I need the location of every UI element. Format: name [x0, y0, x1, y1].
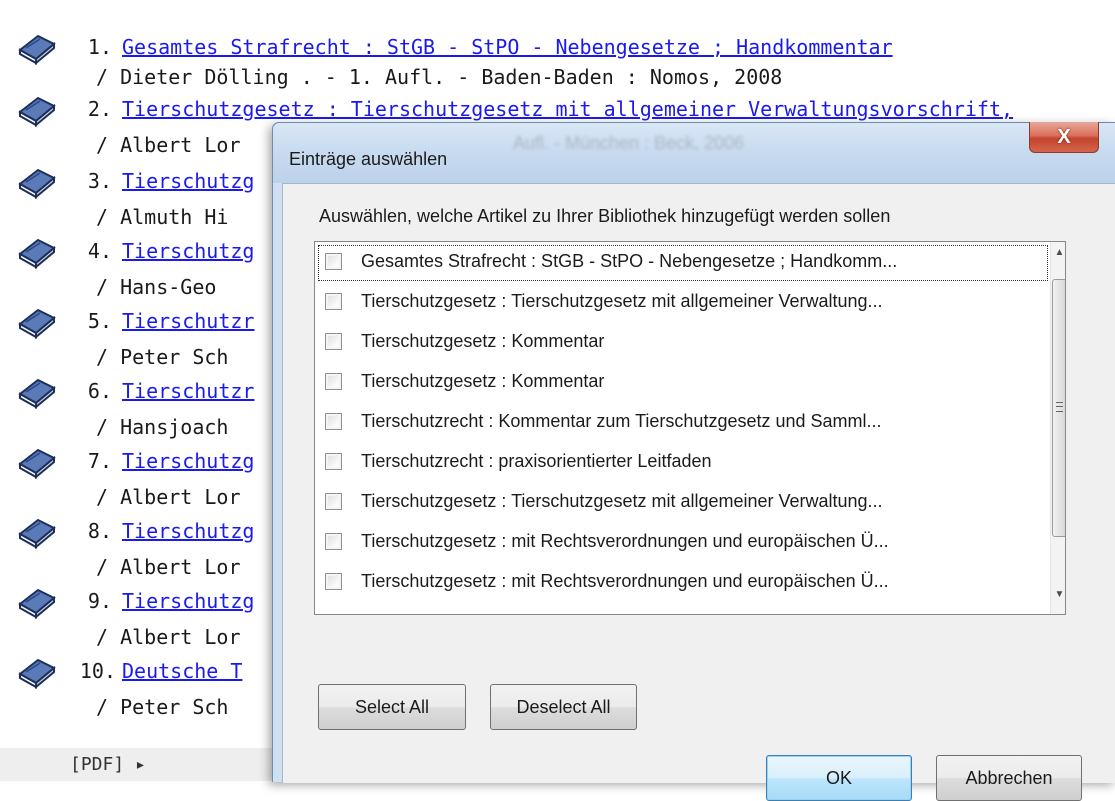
result-author: / Hans-Geo	[96, 275, 217, 299]
list-item[interactable]: Tierschutzgesetz : mit Rechtsverordnunge…	[315, 564, 1045, 604]
result-number: 10.	[79, 659, 116, 683]
instruction-text: Auswählen, welche Artikel zu Ihrer Bibli…	[319, 206, 891, 226]
item-label: Tierschutzrecht : Kommentar zum Tierschu…	[361, 411, 882, 431]
book-icon	[16, 656, 58, 690]
result-number: 5.	[87, 309, 112, 333]
result-title-link[interactable]: Tierschutzr	[122, 378, 254, 404]
titlebar-ghost-text: Aufl. - München : Beck, 2006	[513, 133, 745, 153]
result-author: / Hansjoach	[96, 415, 229, 439]
book-icon	[16, 94, 58, 128]
list-item[interactable]: Tierschutzgesetz : Kommentar	[315, 324, 1045, 364]
item-label: Tierschutzgesetz : Tierschutzgesetz mit …	[361, 291, 883, 311]
item-label: Gesamtes Strafrecht : StGB - StPO - Nebe…	[361, 251, 898, 271]
item-checkbox[interactable]	[325, 493, 342, 510]
result-author: / Albert Lor	[96, 625, 241, 649]
result-number: 6.	[87, 379, 112, 403]
item-checkbox[interactable]	[325, 533, 342, 550]
result-author: / Dieter Dölling . - 1. Aufl. - Baden-Ba…	[96, 65, 783, 89]
book-icon	[16, 516, 58, 550]
ok-button[interactable]: OK	[766, 755, 912, 801]
result-number: 1.	[87, 35, 112, 59]
select-items-dialog: Aufl. - München : Beck, 2006 Einträge au…	[272, 122, 1115, 801]
cancel-button[interactable]: Abbrechen	[936, 755, 1082, 801]
result-title-link[interactable]: Tierschutzg	[122, 448, 254, 474]
list-item[interactable]: Tierschutzgesetz : mit Rechtsverordnunge…	[315, 524, 1045, 564]
book-icon	[16, 236, 58, 270]
result-author: / Peter Sch	[96, 695, 229, 719]
list-item[interactable]: Tierschutzrecht : praxisorientierter Lei…	[315, 444, 1045, 484]
item-label: Tierschutzrecht : praxisorientierter Lei…	[361, 451, 712, 471]
result-author: / Almuth Hi	[96, 205, 229, 229]
scroll-down-icon[interactable]: ▼	[1051, 586, 1065, 603]
item-label: Tierschutzgesetz : mit Rechtsverordnunge…	[361, 531, 889, 551]
list-item[interactable]: Gesamtes Strafrecht : StGB - StPO - Nebe…	[315, 244, 1048, 284]
result-author: / Albert Lor	[96, 133, 241, 157]
result-title-link[interactable]: Tierschutzg	[122, 518, 254, 544]
result-title-link[interactable]: Gesamtes Strafrecht : StGB - StPO - Nebe…	[122, 34, 893, 60]
item-label: Tierschutzgesetz : Kommentar	[361, 371, 605, 391]
scroll-thumb[interactable]	[1052, 279, 1065, 537]
result-title-link[interactable]: Tierschutzg	[122, 238, 254, 264]
book-icon	[16, 446, 58, 480]
deselect-all-button[interactable]: Deselect All	[490, 684, 637, 730]
item-checkbox[interactable]	[325, 333, 342, 350]
book-icon	[16, 166, 58, 200]
result-author: / Albert Lor	[96, 555, 241, 579]
book-icon	[16, 306, 58, 340]
book-icon	[16, 32, 58, 66]
result-author: / Albert Lor	[96, 485, 241, 509]
result-title-link[interactable]: Tierschutzr	[122, 308, 254, 334]
bottom-text: [PDF] ▸	[70, 754, 146, 775]
item-label: Tierschutzgesetz : Tierschutzgesetz mit …	[361, 491, 883, 511]
list-item[interactable]: Tierschutzgesetz : Kommentar	[315, 364, 1045, 404]
item-checkbox[interactable]	[325, 413, 342, 430]
dialog-client-area: Auswählen, welche Artikel zu Ihrer Bibli…	[282, 183, 1115, 801]
item-checkbox[interactable]	[325, 373, 342, 390]
result-number: 8.	[87, 519, 112, 543]
select-all-button[interactable]: Select All	[318, 684, 466, 730]
result-number: 3.	[87, 169, 112, 193]
item-label: Tierschutzgesetz : mit Rechtsverordnunge…	[361, 571, 889, 591]
item-checkbox[interactable]	[325, 253, 342, 270]
items-listbox[interactable]: Gesamtes Strafrecht : StGB - StPO - Nebe…	[314, 241, 1066, 615]
item-label: Tierschutzgesetz : Kommentar	[361, 331, 605, 351]
list-item[interactable]: Tierschutzgesetz : Tierschutzgesetz mit …	[315, 484, 1045, 524]
result-title-link[interactable]: Tierschutzg	[122, 588, 254, 614]
result-author: / Peter Sch	[96, 345, 229, 369]
scroll-up-icon[interactable]: ▲	[1051, 244, 1065, 261]
listbox-scrollbar[interactable]: ▲ ▼	[1050, 242, 1065, 614]
book-icon	[16, 376, 58, 410]
result-number: 2.	[87, 97, 112, 121]
dialog-titlebar[interactable]: Aufl. - München : Beck, 2006 Einträge au…	[273, 122, 1115, 183]
item-checkbox[interactable]	[325, 573, 342, 590]
result-title-link[interactable]: Tierschutzg	[122, 168, 254, 194]
grip-icon	[1056, 402, 1063, 412]
close-icon: X	[1057, 125, 1071, 148]
item-checkbox[interactable]	[325, 453, 342, 470]
book-icon	[16, 586, 58, 620]
close-button[interactable]: X	[1029, 122, 1099, 153]
result-title-link[interactable]: Tierschutzgesetz : Tierschutzgesetz mit …	[122, 96, 1013, 122]
list-item[interactable]: Tierschutzgesetz : Tierschutzgesetz mit …	[315, 284, 1045, 324]
result-number: 9.	[87, 589, 112, 613]
dialog-title: Einträge auswählen	[289, 149, 448, 169]
item-checkbox[interactable]	[325, 293, 342, 310]
result-number: 4.	[87, 239, 112, 263]
list-item[interactable]: Tierschutzrecht : Kommentar zum Tierschu…	[315, 404, 1045, 444]
result-number: 7.	[87, 449, 112, 473]
result-title-link[interactable]: Deutsche T	[122, 658, 242, 684]
